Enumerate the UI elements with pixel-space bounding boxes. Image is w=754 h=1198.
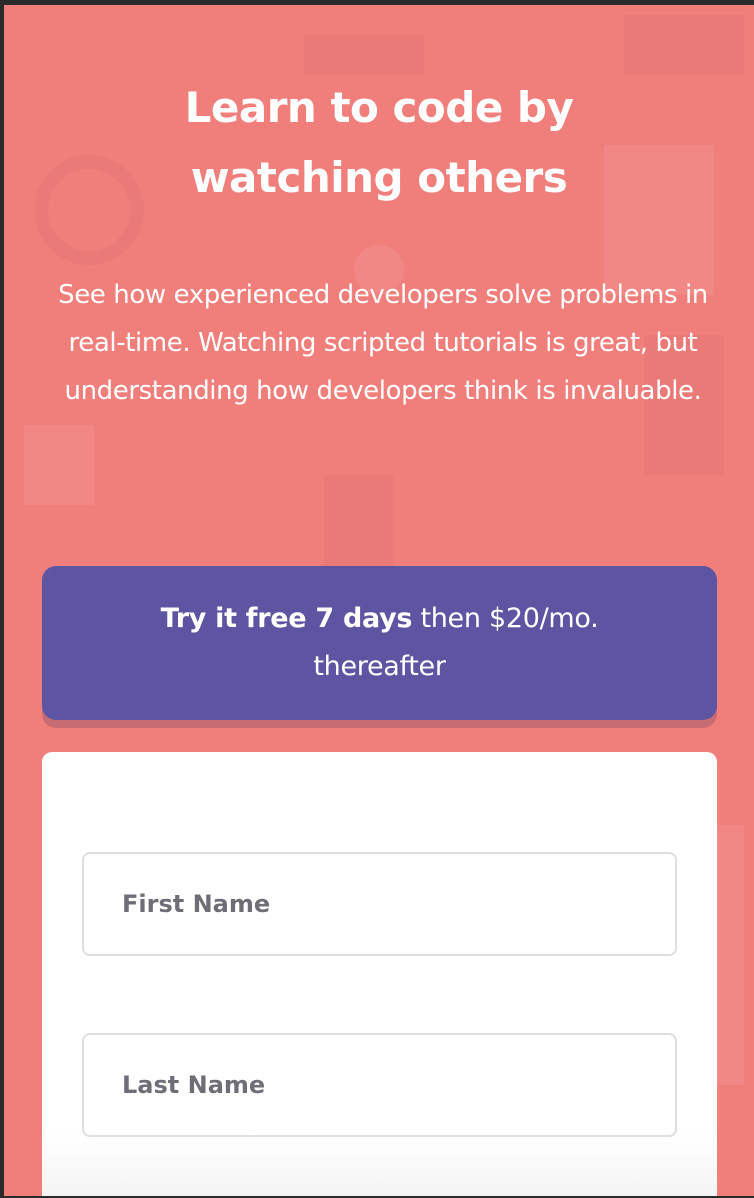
- last-name-input[interactable]: [82, 1033, 677, 1137]
- decor-shape: [24, 425, 94, 505]
- page-description: See how experienced developers solve pro…: [58, 280, 708, 406]
- trial-offer-banner[interactable]: Try it free 7 days then $20/mo. thereaft…: [42, 566, 717, 720]
- decor-shape: [304, 35, 424, 75]
- signup-form: [42, 752, 717, 1196]
- page-title: Learn to code by watching others: [184, 83, 574, 202]
- card-fade: [42, 1132, 717, 1196]
- trial-offer-text: Try it free 7 days then $20/mo. thereaft…: [102, 595, 657, 691]
- trial-offer-highlight: Try it free 7 days: [160, 603, 413, 634]
- decor-shape: [624, 15, 744, 75]
- first-name-input[interactable]: [82, 852, 677, 956]
- page-background: Learn to code by watching others See how…: [4, 5, 754, 1196]
